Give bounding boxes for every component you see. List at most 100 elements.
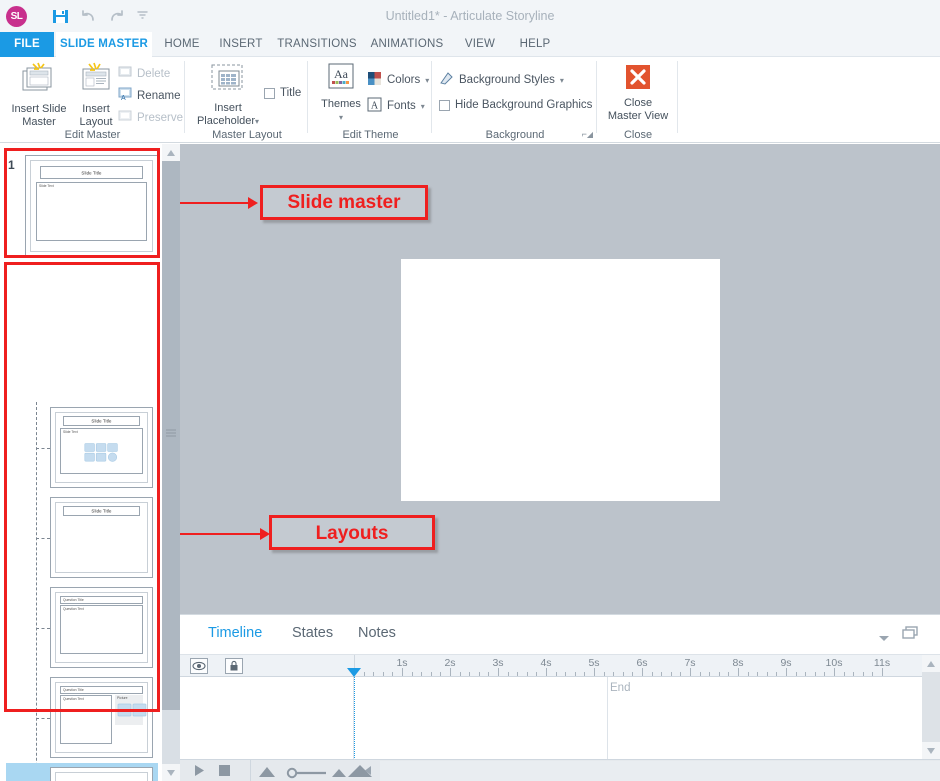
slide-master-thumbnail[interactable]: Slide Title Slide Text — [25, 155, 158, 257]
close-master-view-icon — [598, 64, 678, 94]
horizontal-scroll-left-arrow-icon[interactable] — [364, 765, 373, 779]
fonts-caret-icon[interactable]: ▾ — [421, 102, 425, 111]
rename-master-button[interactable]: A Rename — [118, 87, 180, 104]
slide-panel-scrollbar[interactable] — [162, 144, 180, 781]
svg-text:Aa: Aa — [334, 67, 349, 81]
timeline-scroll-up-arrow-icon[interactable] — [922, 655, 940, 672]
thumbnail-inner-frame: Question Title Question Text Picture — [55, 682, 148, 753]
question-body-placeholder: Question Text — [60, 605, 143, 654]
insert-placeholder-button[interactable]: Insert Placeholder▾ — [190, 63, 266, 128]
title-checkbox[interactable]: Title — [264, 87, 301, 99]
timeline-playhead-handle[interactable] — [347, 668, 361, 677]
tab-states[interactable]: States — [292, 625, 333, 641]
timeline-horizontal-scrollbar[interactable] — [380, 761, 940, 781]
insert-slide-master-button[interactable]: Insert Slide Master — [4, 62, 74, 129]
timeline-visibility-toggle[interactable] — [190, 658, 208, 674]
timeline-scrollbar-track[interactable] — [922, 672, 940, 742]
themes-icon: Aa — [315, 63, 367, 95]
layout-thumbnail-3[interactable]: Question Title Question Text — [50, 587, 153, 668]
ribbon-group-edit-master: Insert Slide Master Insert Layout Delete… — [0, 57, 185, 142]
timeline-playhead[interactable] — [354, 677, 355, 760]
play-button[interactable] — [192, 763, 206, 781]
scroll-up-arrow-icon[interactable] — [162, 144, 180, 161]
layout-thumbnail-1[interactable]: Slide Title Slide Text — [50, 407, 153, 488]
ruler-tick-minor — [507, 672, 509, 676]
colors-caret-icon[interactable]: ▾ — [425, 76, 429, 85]
scrollbar-thumb[interactable] — [162, 161, 180, 710]
thumbnail-inner-frame: Question Title Question Text — [55, 592, 148, 663]
ruler-tick-label: 1s — [396, 657, 408, 669]
tab-insert[interactable]: INSERT — [214, 32, 268, 57]
ruler-tick-major — [450, 668, 451, 676]
insert-placeholder-caret-icon[interactable]: ▾ — [255, 117, 259, 126]
layout-thumbnail-5[interactable] — [50, 767, 153, 781]
ruler-tick-major — [690, 668, 691, 676]
picture-placeholder: Picture — [115, 695, 147, 725]
tab-help[interactable]: HELP — [512, 32, 558, 57]
content-placeholder-icons — [84, 443, 118, 462]
ruler-tick-minor — [536, 672, 538, 676]
timeline-collapse-icon[interactable] — [878, 631, 890, 645]
ribbon-group-label-background: Background — [485, 129, 545, 141]
ruler-tick-label: 3s — [492, 657, 504, 669]
fonts-button[interactable]: A Fonts ▾ — [367, 97, 425, 115]
checkbox-box-icon — [264, 87, 275, 99]
ribbon-group-label-edit-theme: Edit Theme — [342, 129, 399, 141]
hierarchy-line-branch — [36, 538, 50, 539]
tab-view[interactable]: VIEW — [458, 32, 502, 57]
callout-arrow-slide-master — [180, 202, 250, 204]
layout-body-placeholder: Slide Text — [60, 428, 143, 474]
colors-button[interactable]: Colors ▾ — [367, 71, 429, 89]
stop-button[interactable] — [218, 764, 231, 780]
timeline-panel: Timeline States Notes 1s 2s 3s 4s 5s 6s 7s 8s 9s… — [180, 614, 940, 781]
timeline-vertical-scrollbar[interactable] — [922, 655, 940, 759]
themes-button[interactable]: Aa Themes ▾ — [315, 63, 367, 124]
svg-text:A: A — [371, 101, 379, 112]
insert-layout-button[interactable]: Insert Layout — [72, 62, 120, 129]
tab-transitions[interactable]: TRANSITIONS — [276, 32, 358, 57]
timeline-object-name-column[interactable] — [180, 677, 354, 760]
timeline-ruler[interactable]: 1s 2s 3s 4s 5s 6s 7s 8s 9s 10s 11s — [180, 655, 922, 677]
ruler-tick-minor — [469, 672, 471, 676]
tab-timeline[interactable]: Timeline — [208, 625, 262, 641]
callout-arrow-layouts — [180, 533, 262, 535]
tab-slide-master[interactable]: SLIDE MASTER — [56, 32, 152, 57]
themes-label: Themes — [321, 98, 361, 110]
ruler-tick-minor — [814, 672, 816, 676]
timeline-restore-icon[interactable] — [902, 626, 918, 643]
preserve-master-button[interactable]: Preserve — [118, 109, 183, 126]
layout-title-placeholder: Slide Title — [63, 506, 140, 516]
rename-icon: A — [118, 87, 132, 104]
footer-separator — [250, 760, 251, 781]
timeline-scroll-down-arrow-icon[interactable] — [922, 742, 940, 759]
slide-canvas[interactable] — [401, 259, 720, 501]
tab-notes[interactable]: Notes — [358, 625, 396, 641]
themes-caret-icon[interactable]: ▾ — [315, 111, 367, 124]
delete-master-button[interactable]: Delete — [118, 65, 170, 82]
ruler-tick-label: 11s — [873, 657, 891, 669]
tab-file[interactable]: FILE — [0, 32, 54, 57]
delete-icon — [118, 65, 132, 82]
title-bar: SL Untitled1* - Articulate Storyline — [0, 0, 940, 32]
timeline-body[interactable]: End — [180, 677, 922, 760]
thumbnail-inner-frame: Slide Title Slide Text — [55, 412, 148, 483]
layout-thumbnail-2[interactable]: Slide Title — [50, 497, 153, 578]
insert-slide-master-icon — [4, 62, 74, 100]
tab-animations[interactable]: ANIMATIONS — [364, 32, 450, 57]
background-styles-caret-icon[interactable]: ▾ — [560, 76, 564, 85]
picture-placeholder-label: Picture — [117, 696, 128, 700]
close-master-view-button[interactable]: Close Master View — [598, 64, 678, 123]
title-checkbox-label: Title — [280, 87, 302, 99]
ruler-tick-major — [594, 668, 595, 676]
ruler-tick-label: 5s — [588, 657, 600, 669]
tab-home[interactable]: HOME — [158, 32, 206, 57]
timeline-lock-toggle[interactable] — [225, 658, 243, 674]
hide-background-graphics-checkbox[interactable]: Hide Background Graphics — [439, 99, 592, 111]
background-styles-button[interactable]: Background Styles ▾ — [439, 71, 564, 89]
layout-thumbnail-4[interactable]: Question Title Question Text Picture — [50, 677, 153, 758]
ruler-tick-minor — [862, 672, 864, 676]
slide-master-panel[interactable]: 1 Slide Title Slide Text Slide Title Sli… — [0, 144, 162, 781]
ribbon-group-label-close: Close — [623, 129, 653, 141]
scroll-down-arrow-icon[interactable] — [162, 764, 180, 781]
group-separator — [307, 61, 308, 133]
